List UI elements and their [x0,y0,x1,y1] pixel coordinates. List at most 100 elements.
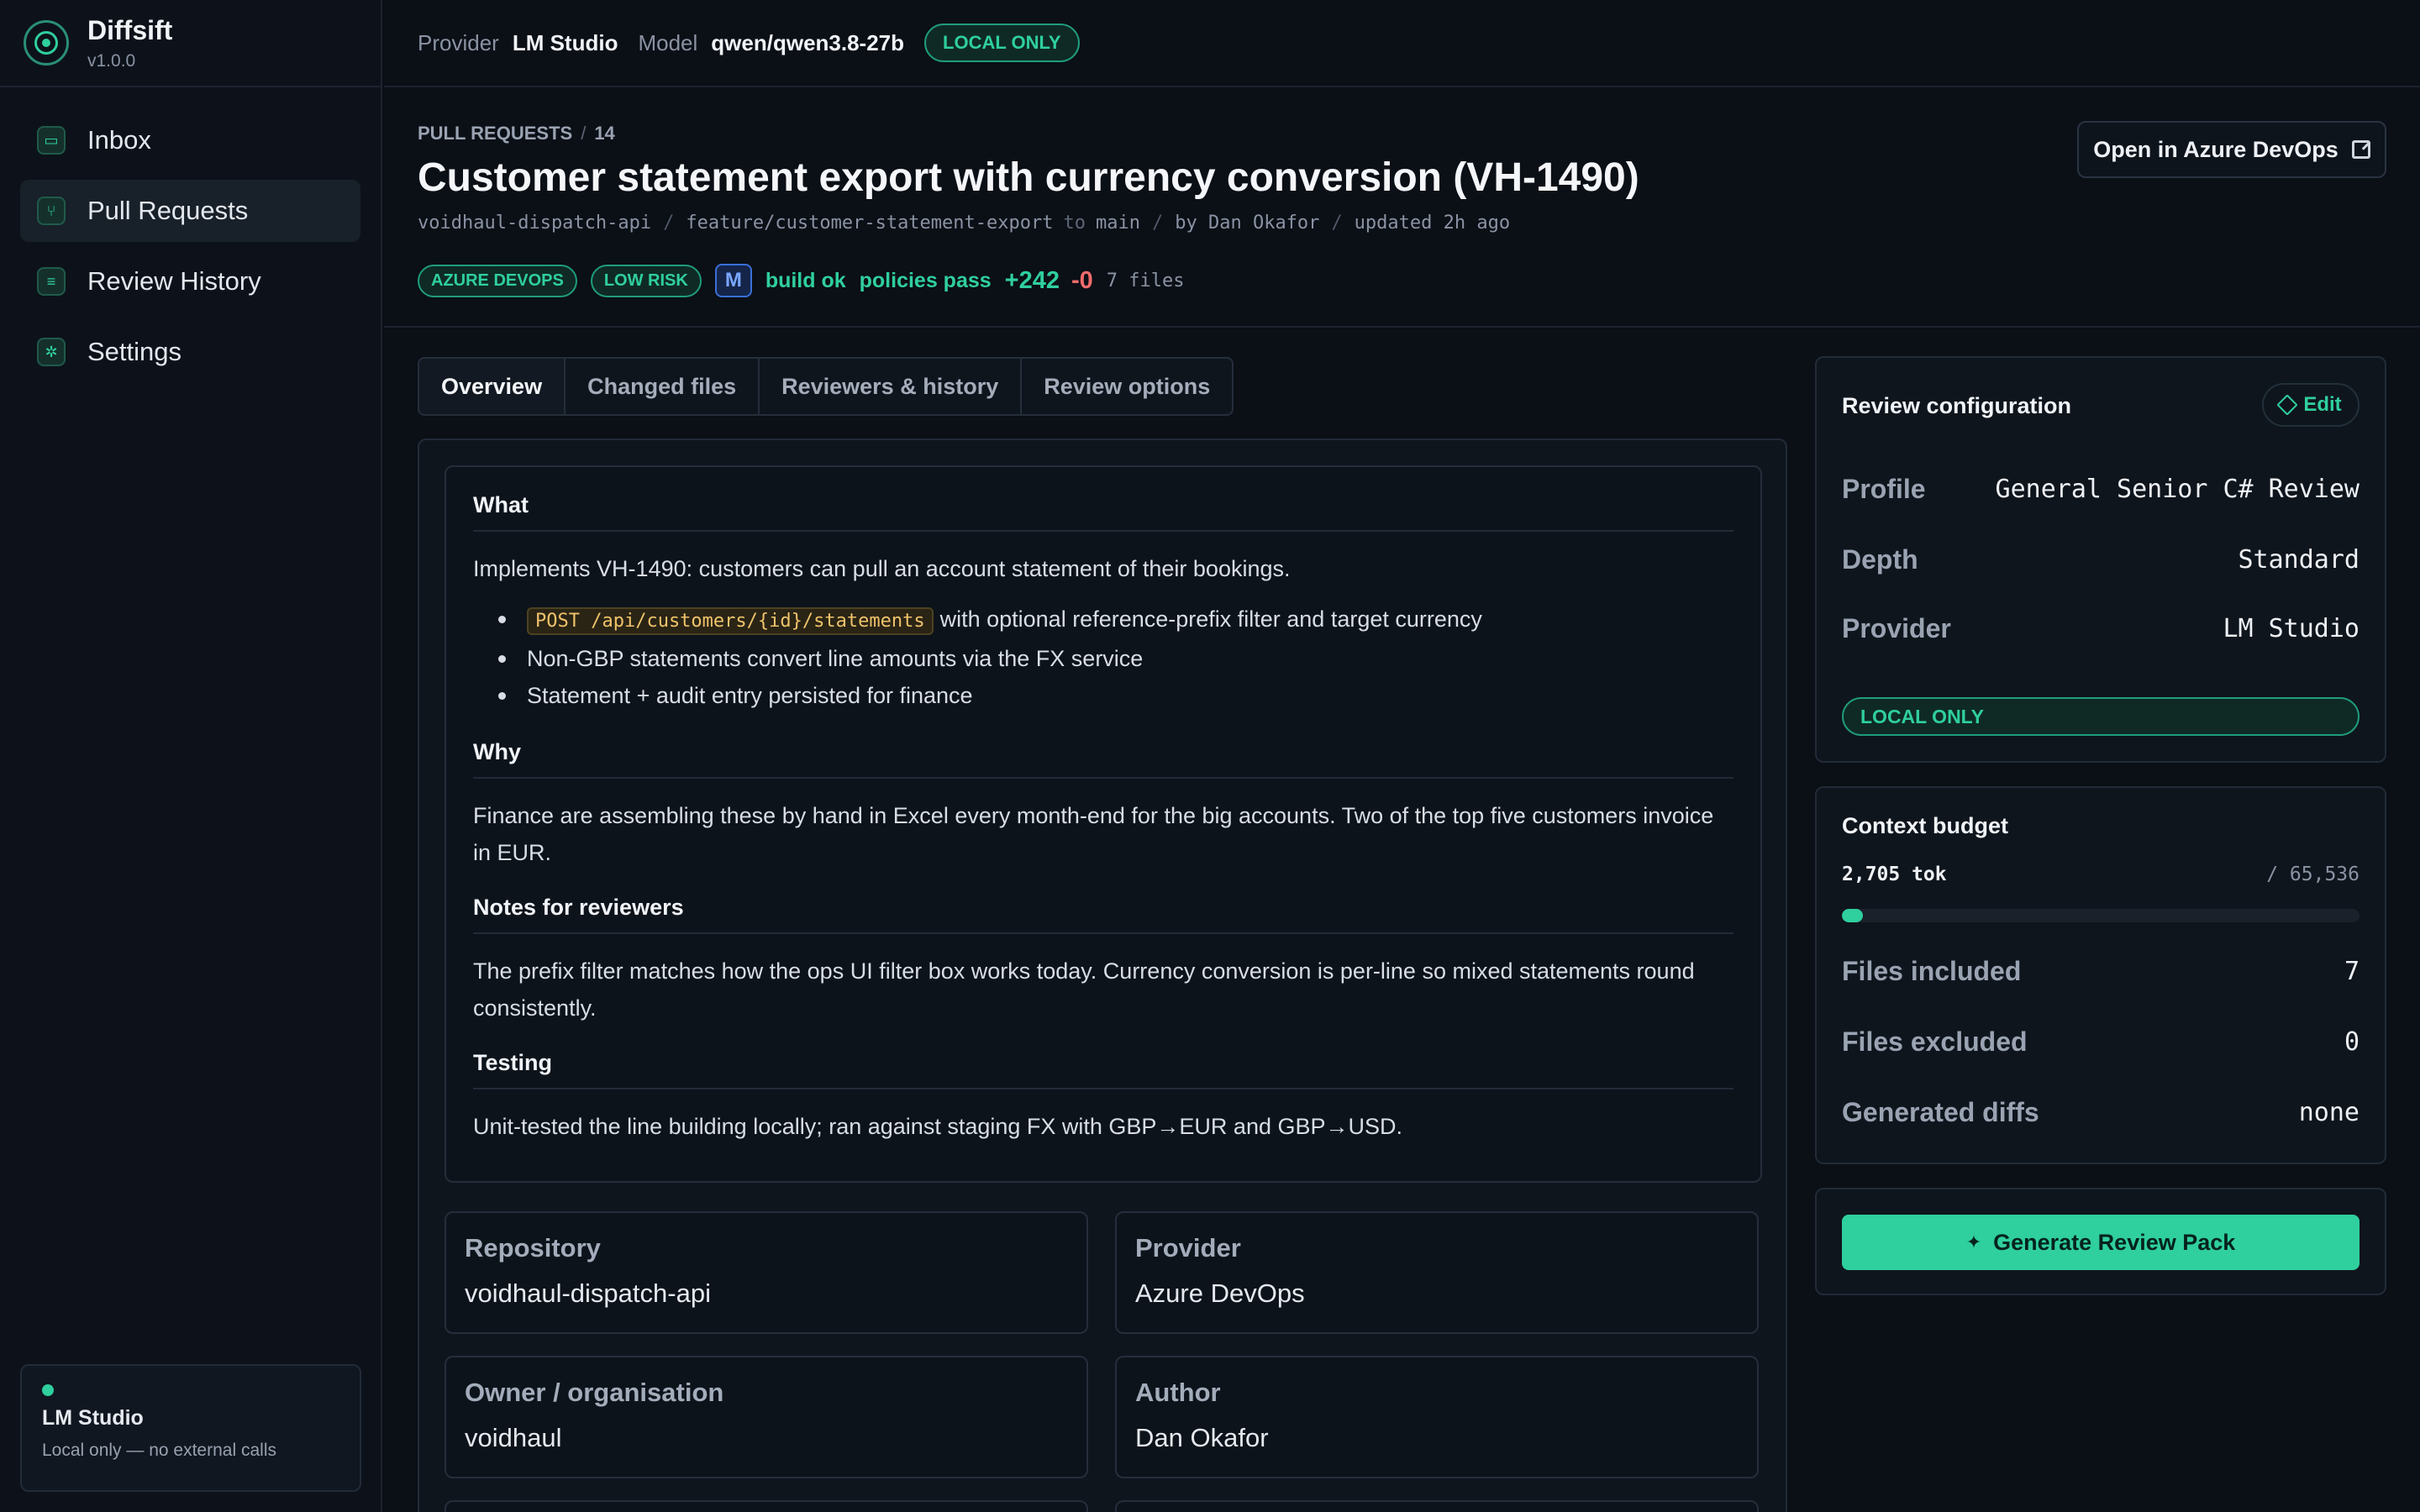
generated-diffs-row: Generated diffs none [1842,1097,2360,1127]
deletions-count: -0 [1071,266,1093,294]
tab-bar: Overview Changed files Reviewers & histo… [418,357,1234,416]
status-dot-icon [42,1384,54,1396]
sidebar-nav: ▭ Inbox ⑂ Pull Requests ≡ Review History… [0,87,381,413]
what-text: Implements VH-1490: customers can pull a… [473,556,1291,581]
policies-status: policies pass [859,268,992,292]
sidebar-item-label: Review History [87,266,261,296]
owner-info: Owner / organisation voidhaul [445,1356,1088,1478]
to-word: to [1063,213,1086,234]
generate-panel: ✦ Generate Review Pack [1815,1188,2386,1295]
what-heading: What [473,492,1733,532]
provider-label: Provider [418,29,499,55]
repository-info: Repository voidhaul-dispatch-api [445,1211,1088,1334]
why-heading: Why [473,739,1733,779]
files-included-row: Files included 7 [1842,956,2360,986]
brand: Diffsift v1.0.0 [0,0,381,87]
pr-description: What Implements VH-1490: customers can p… [445,465,1762,1183]
info-label: Author [1135,1378,1221,1407]
info-value: Azure DevOps [1135,1278,1305,1308]
sidebar: Diffsift v1.0.0 ▭ Inbox ⑂ Pull Requests … [0,0,382,1512]
provider-info: Provider Azure DevOps [1115,1211,1759,1334]
review-configuration-panel: Review configuration Edit Profile Genera… [1815,356,2386,763]
author-info: Author Dan Okafor [1115,1356,1759,1478]
info-value: Dan Okafor [1135,1423,1269,1452]
pr-badges: AZURE DEVOPS LOW RISK M build ok policie… [418,264,2386,297]
files-count: 7 files [1106,270,1185,291]
size-badge: M [714,264,752,297]
repo-name: voidhaul-dispatch-api [418,213,652,234]
source-badge: AZURE DEVOPS [418,264,577,297]
info-value: voidhaul-dispatch-api [465,1278,711,1308]
endpoint-code: POST /api/customers/{id}/statements [527,607,934,635]
provider-value: LM Studio [512,29,618,55]
additions-count: +242 [1004,266,1060,294]
status-subtitle: Local only — no external calls [42,1441,276,1460]
sidebar-item-settings[interactable]: ✲ Settings [20,321,360,383]
pr-author: by Dan Okafor [1175,213,1320,234]
sidebar-item-review-history[interactable]: ≡ Review History [20,250,360,312]
tab-review-options[interactable]: Review options [1022,359,1232,414]
info-box-partial [445,1500,1088,1512]
tab-changed-files[interactable]: Changed files [566,359,760,414]
list-item: Non-GBP statements convert line amounts … [473,640,1733,677]
breadcrumb-id: 14 [594,123,615,144]
info-box-partial [1115,1500,1759,1512]
local-only-badge: LOCAL ONLY [924,24,1080,62]
breadcrumb-section[interactable]: PULL REQUESTS [418,123,572,144]
why-text: Finance are assembling these by hand in … [473,803,1714,865]
open-in-azure-devops-button[interactable]: Open in Azure DevOps [2077,121,2386,178]
list-item: POST /api/customers/{id}/statements with … [473,601,1733,640]
budget-progress-bar [1842,909,2360,922]
context-budget-panel: Context budget 2,705 tok / 65,536 Files … [1815,786,2386,1164]
model-label: Model [638,29,698,55]
profile-row: Profile General Senior C# Review [1842,474,2360,504]
provider-status-card: LM Studio Local only — no external calls [20,1364,361,1492]
panel-title: Review configuration [1842,393,2072,418]
info-value: voidhaul [465,1423,562,1452]
pr-updated: updated 2h ago [1354,213,1511,234]
notes-text: The prefix filter matches how the ops UI… [473,958,1695,1021]
tab-reviewers-history[interactable]: Reviewers & history [760,359,1023,414]
files-excluded-row: Files excluded 0 [1842,1026,2360,1057]
app-name: Diffsift [87,14,173,45]
sparkle-icon: ✦ [1965,1231,1982,1252]
panel-title: Context budget [1842,813,2008,838]
open-button-label: Open in Azure DevOps [2093,136,2338,162]
status-title: LM Studio [42,1406,144,1430]
info-label: Provider [1135,1233,1241,1263]
edit-button[interactable]: Edit [2262,383,2360,427]
testing-text: Unit-tested the line building locally; r… [473,1114,1403,1139]
build-status: build ok [765,268,846,292]
what-list: POST /api/customers/{id}/statements with … [473,601,1733,714]
tab-overview[interactable]: Overview [419,359,566,414]
target-branch: main [1096,213,1140,234]
budget-usage: 2,705 tok / 65,536 [1842,864,2360,885]
sidebar-item-pull-requests[interactable]: ⑂ Pull Requests [20,180,360,242]
pr-header: PULL REQUESTS/14 Customer statement expo… [384,89,2420,328]
logo-icon [24,20,69,66]
external-link-icon [2351,140,2370,159]
sidebar-item-label: Pull Requests [87,196,249,225]
risk-badge: LOW RISK [590,264,702,297]
git-pull-request-icon: ⑂ [37,197,66,225]
source-branch: feature/customer-statement-export [686,213,1054,234]
breadcrumb-separator: / [581,123,587,144]
history-icon: ≡ [37,267,66,296]
sidebar-item-label: Inbox [87,125,151,155]
tokens-limit: / 65,536 [2266,864,2360,885]
inbox-icon: ▭ [37,126,66,155]
testing-heading: Testing [473,1050,1733,1089]
model-value: qwen/qwen3.8-27b [711,29,905,55]
info-label: Owner / organisation [465,1378,724,1407]
info-label: Repository [465,1233,601,1263]
notes-heading: Notes for reviewers [473,895,1733,934]
pr-meta: voidhaul-dispatch-api / feature/customer-s… [418,213,1511,234]
generate-review-pack-button[interactable]: ✦ Generate Review Pack [1842,1215,2360,1270]
local-only-badge: LOCAL ONLY [1842,697,2360,736]
app-version: v1.0.0 [87,50,136,71]
tokens-used: 2,705 tok [1842,864,1947,885]
list-item: Statement + audit entry persisted for fi… [473,677,1733,714]
sidebar-item-inbox[interactable]: ▭ Inbox [20,109,360,171]
gear-icon: ✲ [37,338,66,366]
provider-row: Provider LM Studio [1842,613,2360,643]
